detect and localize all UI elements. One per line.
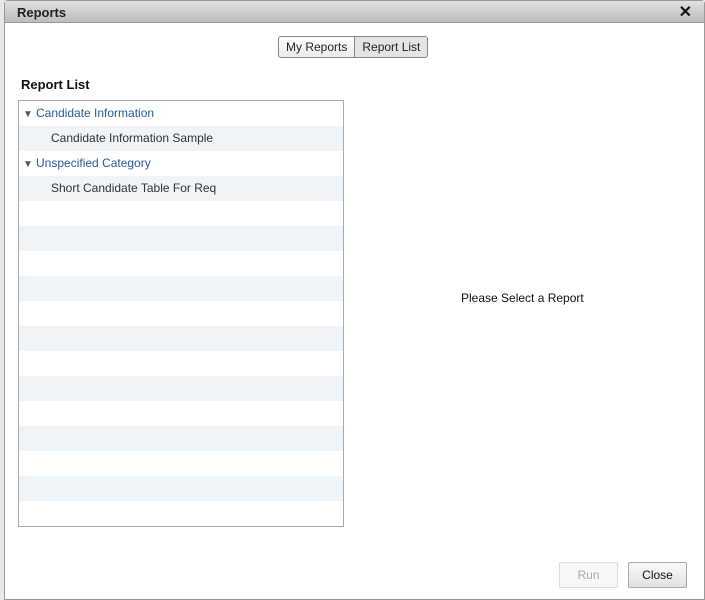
title-bar: Reports ✕ [5, 1, 704, 23]
report-list-heading: Report List [21, 77, 90, 92]
close-button[interactable]: Close [628, 562, 687, 588]
category-label: Unspecified Category [36, 156, 151, 170]
view-toggle: My Reports Report List [278, 36, 429, 58]
empty-state-text: Please Select a Report [461, 291, 584, 305]
tab-report-list[interactable]: Report List [355, 36, 429, 58]
expand-triangle-icon[interactable]: ▼ [23, 152, 36, 177]
empty-row [19, 451, 343, 476]
dialog-title: Reports [17, 5, 67, 20]
empty-row [19, 376, 343, 401]
empty-row [19, 226, 343, 251]
empty-row [19, 426, 343, 451]
empty-row [19, 526, 343, 527]
report-tree[interactable]: ▼ Candidate Information Candidate Informat… [18, 100, 344, 527]
empty-row [19, 201, 343, 226]
empty-row [19, 501, 343, 526]
empty-row [19, 401, 343, 426]
category-label: Candidate Information [36, 106, 155, 120]
report-item[interactable]: Short Candidate Table For Req [19, 176, 343, 201]
empty-row [19, 351, 343, 376]
empty-row [19, 301, 343, 326]
run-button[interactable]: Run [559, 562, 618, 588]
expand-triangle-icon[interactable]: ▼ [23, 102, 36, 127]
close-icon[interactable]: ✕ [679, 2, 692, 22]
tab-my-reports[interactable]: My Reports [278, 36, 356, 58]
tree-category[interactable]: ▼ Unspecified Category [19, 151, 343, 176]
report-item[interactable]: Candidate Information Sample [19, 126, 343, 151]
tree-category[interactable]: ▼ Candidate Information [19, 101, 343, 126]
empty-row [19, 326, 343, 351]
empty-row [19, 276, 343, 301]
empty-row [19, 251, 343, 276]
empty-row [19, 476, 343, 501]
